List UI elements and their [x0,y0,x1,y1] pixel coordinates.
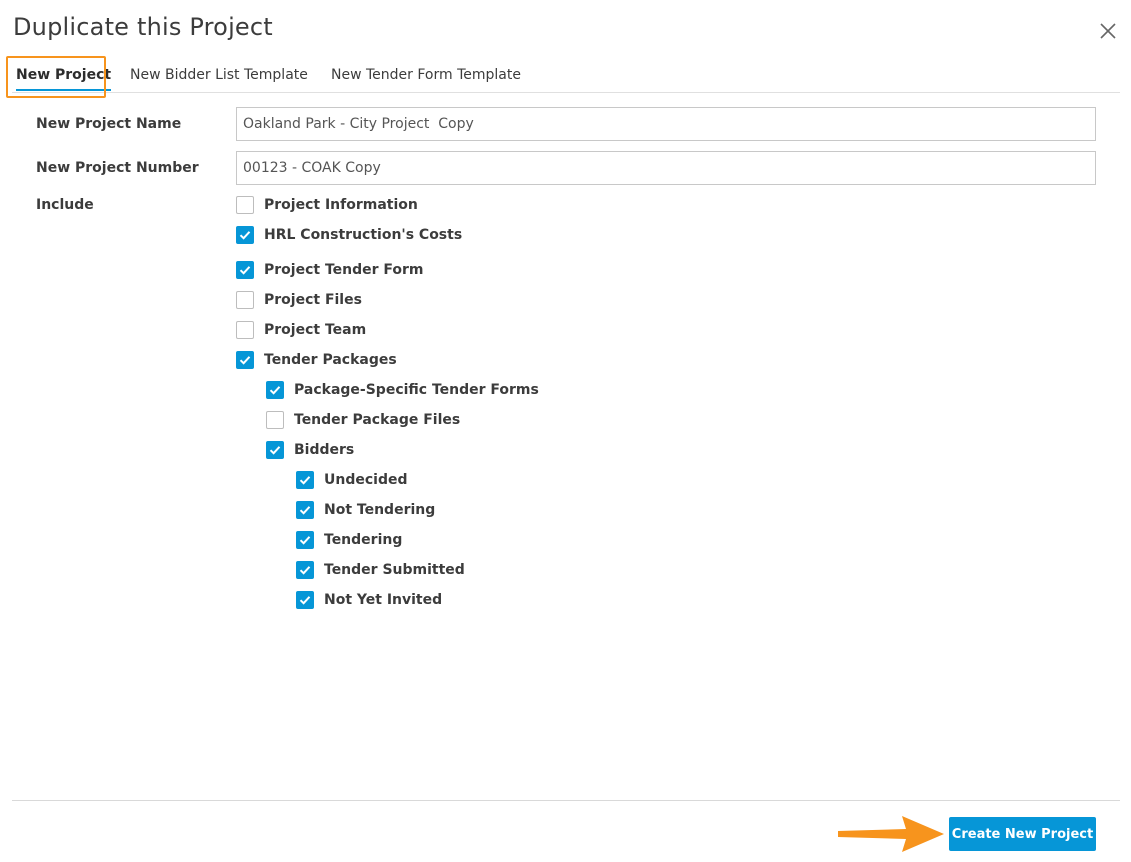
option-label: Project Tender Form [264,262,424,278]
checkbox-checked-icon[interactable] [296,591,314,609]
checkbox-unchecked-icon[interactable] [236,291,254,309]
checkbox-checked-icon[interactable] [236,261,254,279]
create-new-project-button[interactable]: Create New Project [949,817,1096,851]
option-label: Bidders [294,442,355,458]
close-icon[interactable] [1098,21,1118,41]
option-label: Project Team [264,322,367,338]
option-hrl-construction-s-costs[interactable]: HRL Construction's Costs [236,225,462,245]
option-label: Not Yet Invited [324,592,443,608]
option-label: Tender Package Files [294,412,461,428]
option-label: Tender Packages [264,352,397,368]
option-tender-package-files[interactable]: Tender Package Files [266,410,460,430]
arrow-annotation-icon [838,816,944,852]
duplicate-project-dialog: Duplicate this Project New Project New B… [0,0,1131,862]
option-label: Project Files [264,292,362,308]
dialog-title: Duplicate this Project [13,13,273,41]
option-label: Undecided [324,472,408,488]
option-package-specific-tender-forms[interactable]: Package-Specific Tender Forms [266,380,539,400]
option-label: Not Tendering [324,502,436,518]
checkbox-checked-icon[interactable] [296,561,314,579]
checkbox-checked-icon[interactable] [296,501,314,519]
checkbox-checked-icon[interactable] [296,531,314,549]
option-bidders[interactable]: Bidders [266,440,354,460]
checkbox-unchecked-icon[interactable] [266,411,284,429]
include-label: Include [36,197,94,213]
project-number-label: New Project Number [36,160,199,176]
project-number-input[interactable] [236,151,1096,185]
checkbox-checked-icon[interactable] [266,441,284,459]
checkbox-unchecked-icon[interactable] [236,196,254,214]
checkbox-checked-icon[interactable] [296,471,314,489]
checkbox-checked-icon[interactable] [266,381,284,399]
project-name-input[interactable] [236,107,1096,141]
option-project-team[interactable]: Project Team [236,320,366,340]
option-tender-packages[interactable]: Tender Packages [236,350,397,370]
option-not-tendering[interactable]: Not Tendering [296,500,435,520]
option-tender-submitted[interactable]: Tender Submitted [296,560,465,580]
option-tendering[interactable]: Tendering [296,530,402,550]
footer-divider [12,800,1120,801]
option-not-yet-invited[interactable]: Not Yet Invited [296,590,442,610]
option-label: Project Information [264,197,418,213]
tab-new-bidder-list-template[interactable]: New Bidder List Template [130,60,308,91]
option-label: Tender Submitted [324,562,465,578]
checkbox-checked-icon[interactable] [236,226,254,244]
option-project-information[interactable]: Project Information [236,195,418,215]
checkbox-checked-icon[interactable] [236,351,254,369]
option-label: Tendering [324,532,403,548]
option-project-tender-form[interactable]: Project Tender Form [236,260,424,280]
tab-new-project[interactable]: New Project [16,60,112,91]
option-project-files[interactable]: Project Files [236,290,362,310]
option-label: HRL Construction's Costs [264,227,463,243]
checkbox-unchecked-icon[interactable] [236,321,254,339]
tab-new-tender-form-template[interactable]: New Tender Form Template [331,60,521,91]
tab-bar: New Project New Bidder List Template New… [12,60,1120,93]
option-undecided[interactable]: Undecided [296,470,408,490]
option-label: Package-Specific Tender Forms [294,382,539,398]
project-name-label: New Project Name [36,116,182,132]
